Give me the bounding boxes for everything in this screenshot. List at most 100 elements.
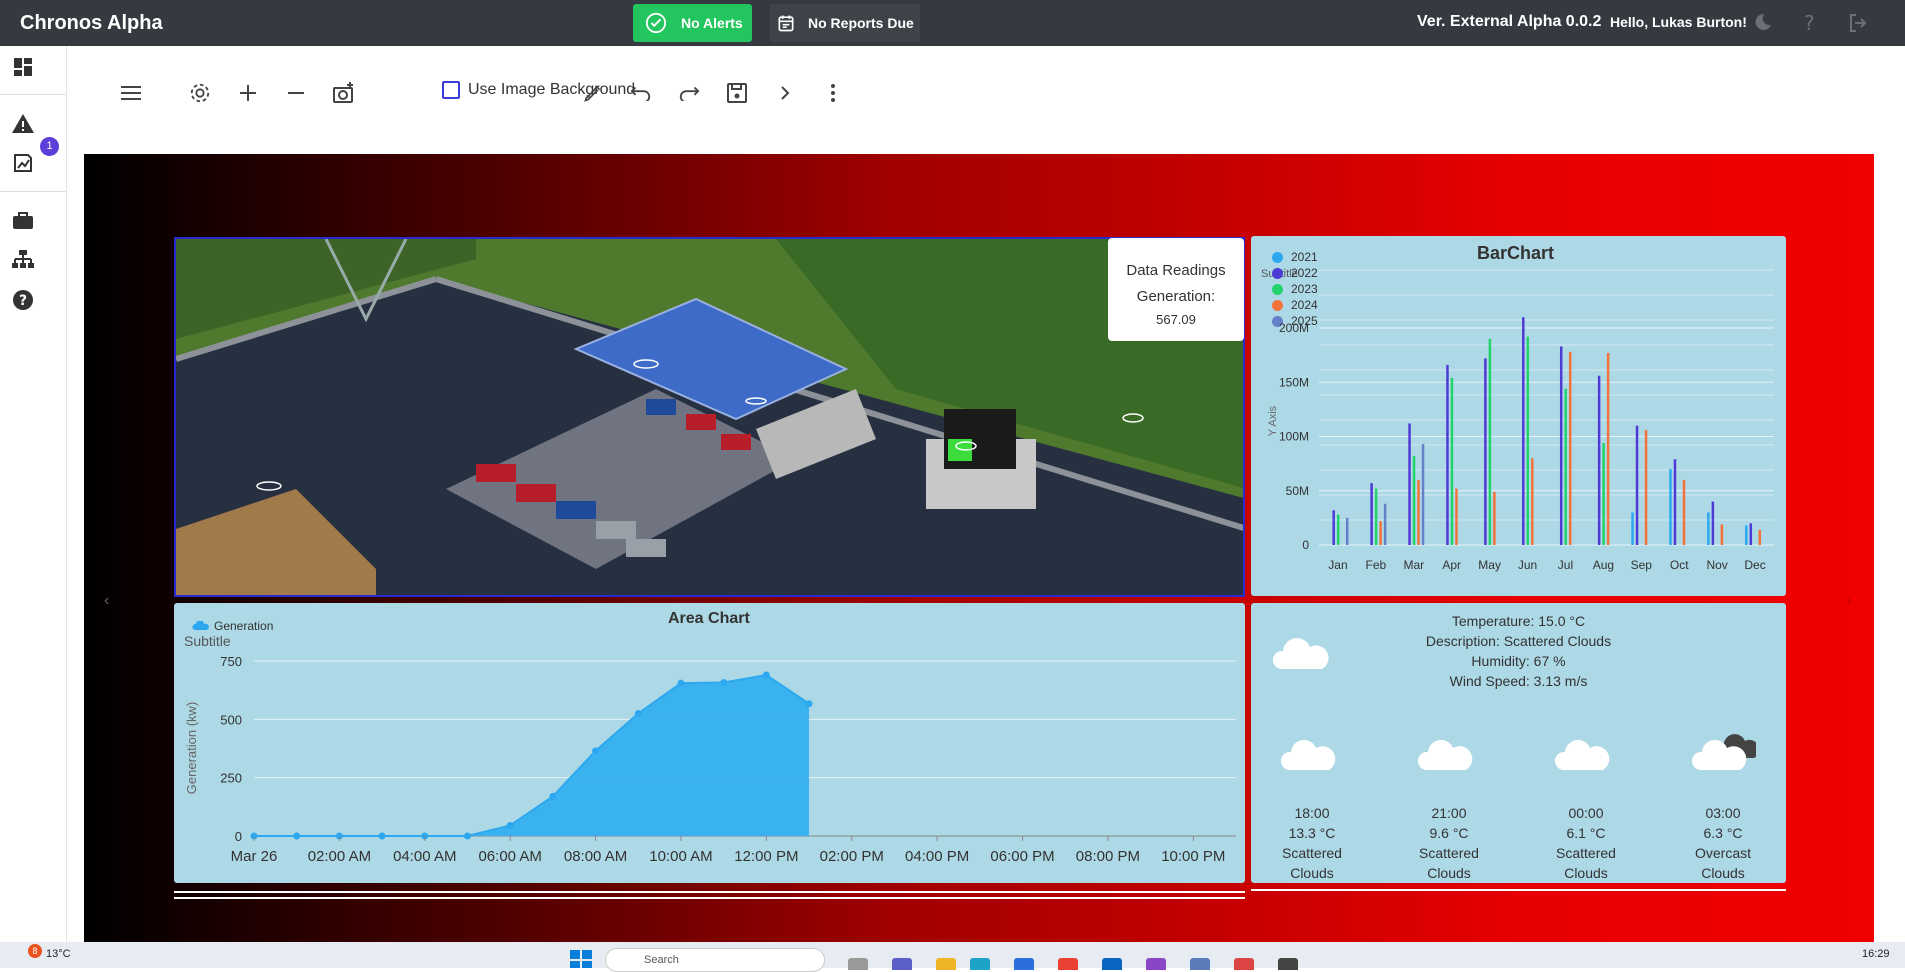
panel-divider	[1251, 889, 1786, 891]
add-photo-icon[interactable]	[330, 79, 358, 107]
area-point-09:00[interactable]	[634, 710, 642, 717]
warning-icon[interactable]	[11, 112, 35, 136]
bar-2022-Apr[interactable]	[1446, 364, 1449, 545]
area-point-11:00[interactable]	[720, 678, 728, 686]
bar-2023-Apr[interactable]	[1450, 377, 1454, 545]
bar-2021-Dec[interactable]	[1745, 525, 1748, 545]
dark-mode-icon[interactable]	[1750, 11, 1774, 35]
save-icon[interactable]	[723, 79, 751, 107]
forecast-time: 21:00	[1431, 805, 1467, 821]
area-point-03:00[interactable]	[378, 832, 386, 840]
terminal-icon[interactable]	[1278, 958, 1298, 970]
alerts-button[interactable]: No Alerts	[633, 4, 752, 42]
bar-2022-Jul[interactable]	[1559, 346, 1563, 545]
area-point-08:00[interactable]	[592, 747, 600, 755]
bar-2024-Dec[interactable]	[1758, 529, 1762, 545]
bar-2022-Nov[interactable]	[1711, 501, 1715, 545]
bar-2025-Feb[interactable]	[1383, 503, 1387, 545]
bar-2023-May[interactable]	[1488, 338, 1492, 545]
bar-2023-Jul[interactable]	[1564, 388, 1567, 545]
area-point-06:00[interactable]	[506, 822, 514, 829]
bar-2025-Jan[interactable]	[1345, 517, 1349, 545]
bar-2024-Apr[interactable]	[1455, 488, 1458, 545]
app-title[interactable]: Chronos Alpha	[20, 12, 163, 35]
area-point-13:00[interactable]	[805, 700, 813, 708]
bar-2024-Mar[interactable]	[1417, 479, 1420, 545]
bar-2024-Aug[interactable]	[1606, 352, 1610, 545]
3d-scene-view[interactable]	[174, 237, 1245, 597]
taskbar-app-icon[interactable]	[1190, 958, 1210, 970]
minus-icon[interactable]	[282, 79, 310, 107]
taskbar-weather-temp[interactable]: 13°C	[46, 948, 71, 960]
bar-2022-Dec[interactable]	[1749, 523, 1753, 545]
area-point-01:00[interactable]	[293, 832, 301, 840]
bar-2023-Aug[interactable]	[1602, 443, 1605, 545]
bar-2024-Feb[interactable]	[1379, 521, 1382, 545]
bar-2024-Sep[interactable]	[1644, 429, 1648, 545]
area-point-10:00[interactable]	[677, 679, 685, 687]
reports-icon[interactable]	[11, 151, 35, 175]
undo-icon[interactable]	[627, 79, 655, 107]
help-circle-icon[interactable]: ?	[11, 288, 35, 312]
bar-2021-Oct[interactable]	[1669, 469, 1672, 545]
bar-x-tick-label: Oct	[1670, 558, 1689, 572]
bar-2023-Mar[interactable]	[1412, 456, 1416, 545]
reports-button[interactable]: No Reports Due	[770, 4, 920, 42]
outlook-icon[interactable]	[1102, 958, 1122, 970]
area-point-05:00[interactable]	[463, 832, 471, 840]
bar-2023-Feb[interactable]	[1374, 488, 1378, 545]
bar-2022-Jun[interactable]	[1522, 317, 1525, 545]
area-point-07:00[interactable]	[549, 792, 557, 800]
bar-2024-Jun[interactable]	[1531, 458, 1534, 545]
bar-2023-Jun[interactable]	[1526, 336, 1530, 545]
edge-icon[interactable]	[970, 958, 990, 970]
checkbox-box[interactable]	[442, 81, 460, 99]
bar-2024-Nov[interactable]	[1720, 524, 1724, 545]
dashboard-icon[interactable]	[11, 55, 35, 79]
canvas-prev-arrow[interactable]: ‹	[104, 592, 109, 610]
briefcase-icon[interactable]	[11, 209, 35, 233]
bar-2022-Sep[interactable]	[1635, 425, 1639, 545]
top-bar: Chronos Alpha No Alerts No Reports Due V…	[0, 0, 1905, 46]
network-icon[interactable]	[11, 248, 35, 272]
more-vert-icon[interactable]	[819, 79, 847, 107]
bar-2021-Sep[interactable]	[1631, 512, 1634, 545]
bar-2022-Mar[interactable]	[1408, 423, 1411, 545]
redo-icon[interactable]	[675, 79, 703, 107]
file-explorer-icon[interactable]	[936, 958, 956, 970]
color-picker-icon[interactable]	[579, 79, 607, 107]
bar-2022-Feb[interactable]	[1370, 483, 1373, 545]
canvas-next-arrow[interactable]: ›	[1846, 592, 1851, 610]
bar-2022-Aug[interactable]	[1597, 375, 1601, 545]
bar-2025-Mar[interactable]	[1421, 444, 1425, 545]
visual-studio-icon[interactable]	[1146, 958, 1166, 970]
menu-icon[interactable]	[117, 79, 145, 107]
bar-2024-Jul[interactable]	[1568, 351, 1572, 545]
teams-icon[interactable]	[892, 958, 912, 970]
settings-icon[interactable]	[186, 79, 214, 107]
chevron-right-icon[interactable]	[771, 79, 799, 107]
windows-start-icon[interactable]	[570, 950, 592, 968]
current-weather-line: Temperature: 15.0 °C	[1451, 613, 1586, 629]
logout-icon[interactable]	[1846, 11, 1870, 35]
bar-2021-Nov[interactable]	[1707, 512, 1710, 545]
bar-2024-May[interactable]	[1493, 491, 1496, 545]
forecast-desc2: Clouds	[1564, 865, 1608, 881]
bar-2022-May[interactable]	[1484, 358, 1487, 545]
area-point-12:00[interactable]	[762, 671, 770, 679]
current-weather: Temperature: 15.0 °C Description: Scatter…	[1251, 611, 1786, 691]
weather-badge: 8	[28, 944, 42, 958]
taskbar-app-icon[interactable]	[848, 958, 868, 970]
help-icon[interactable]: ?	[1798, 11, 1822, 35]
plus-icon[interactable]	[234, 79, 262, 107]
bar-2024-Oct[interactable]	[1682, 479, 1686, 545]
bar-2023-Jan[interactable]	[1336, 514, 1340, 545]
bar-2022-Jan[interactable]	[1332, 510, 1335, 545]
chrome-icon[interactable]	[1058, 958, 1078, 970]
taskbar-search[interactable]: Search	[605, 948, 825, 972]
taskbar-clock[interactable]: 16:29	[1862, 948, 1890, 960]
store-icon[interactable]	[1014, 958, 1034, 970]
taskbar-app-icon[interactable]	[1234, 958, 1254, 970]
bar-2022-Oct[interactable]	[1673, 459, 1677, 545]
area-x-tick-label: 06:00 AM	[478, 848, 541, 865]
